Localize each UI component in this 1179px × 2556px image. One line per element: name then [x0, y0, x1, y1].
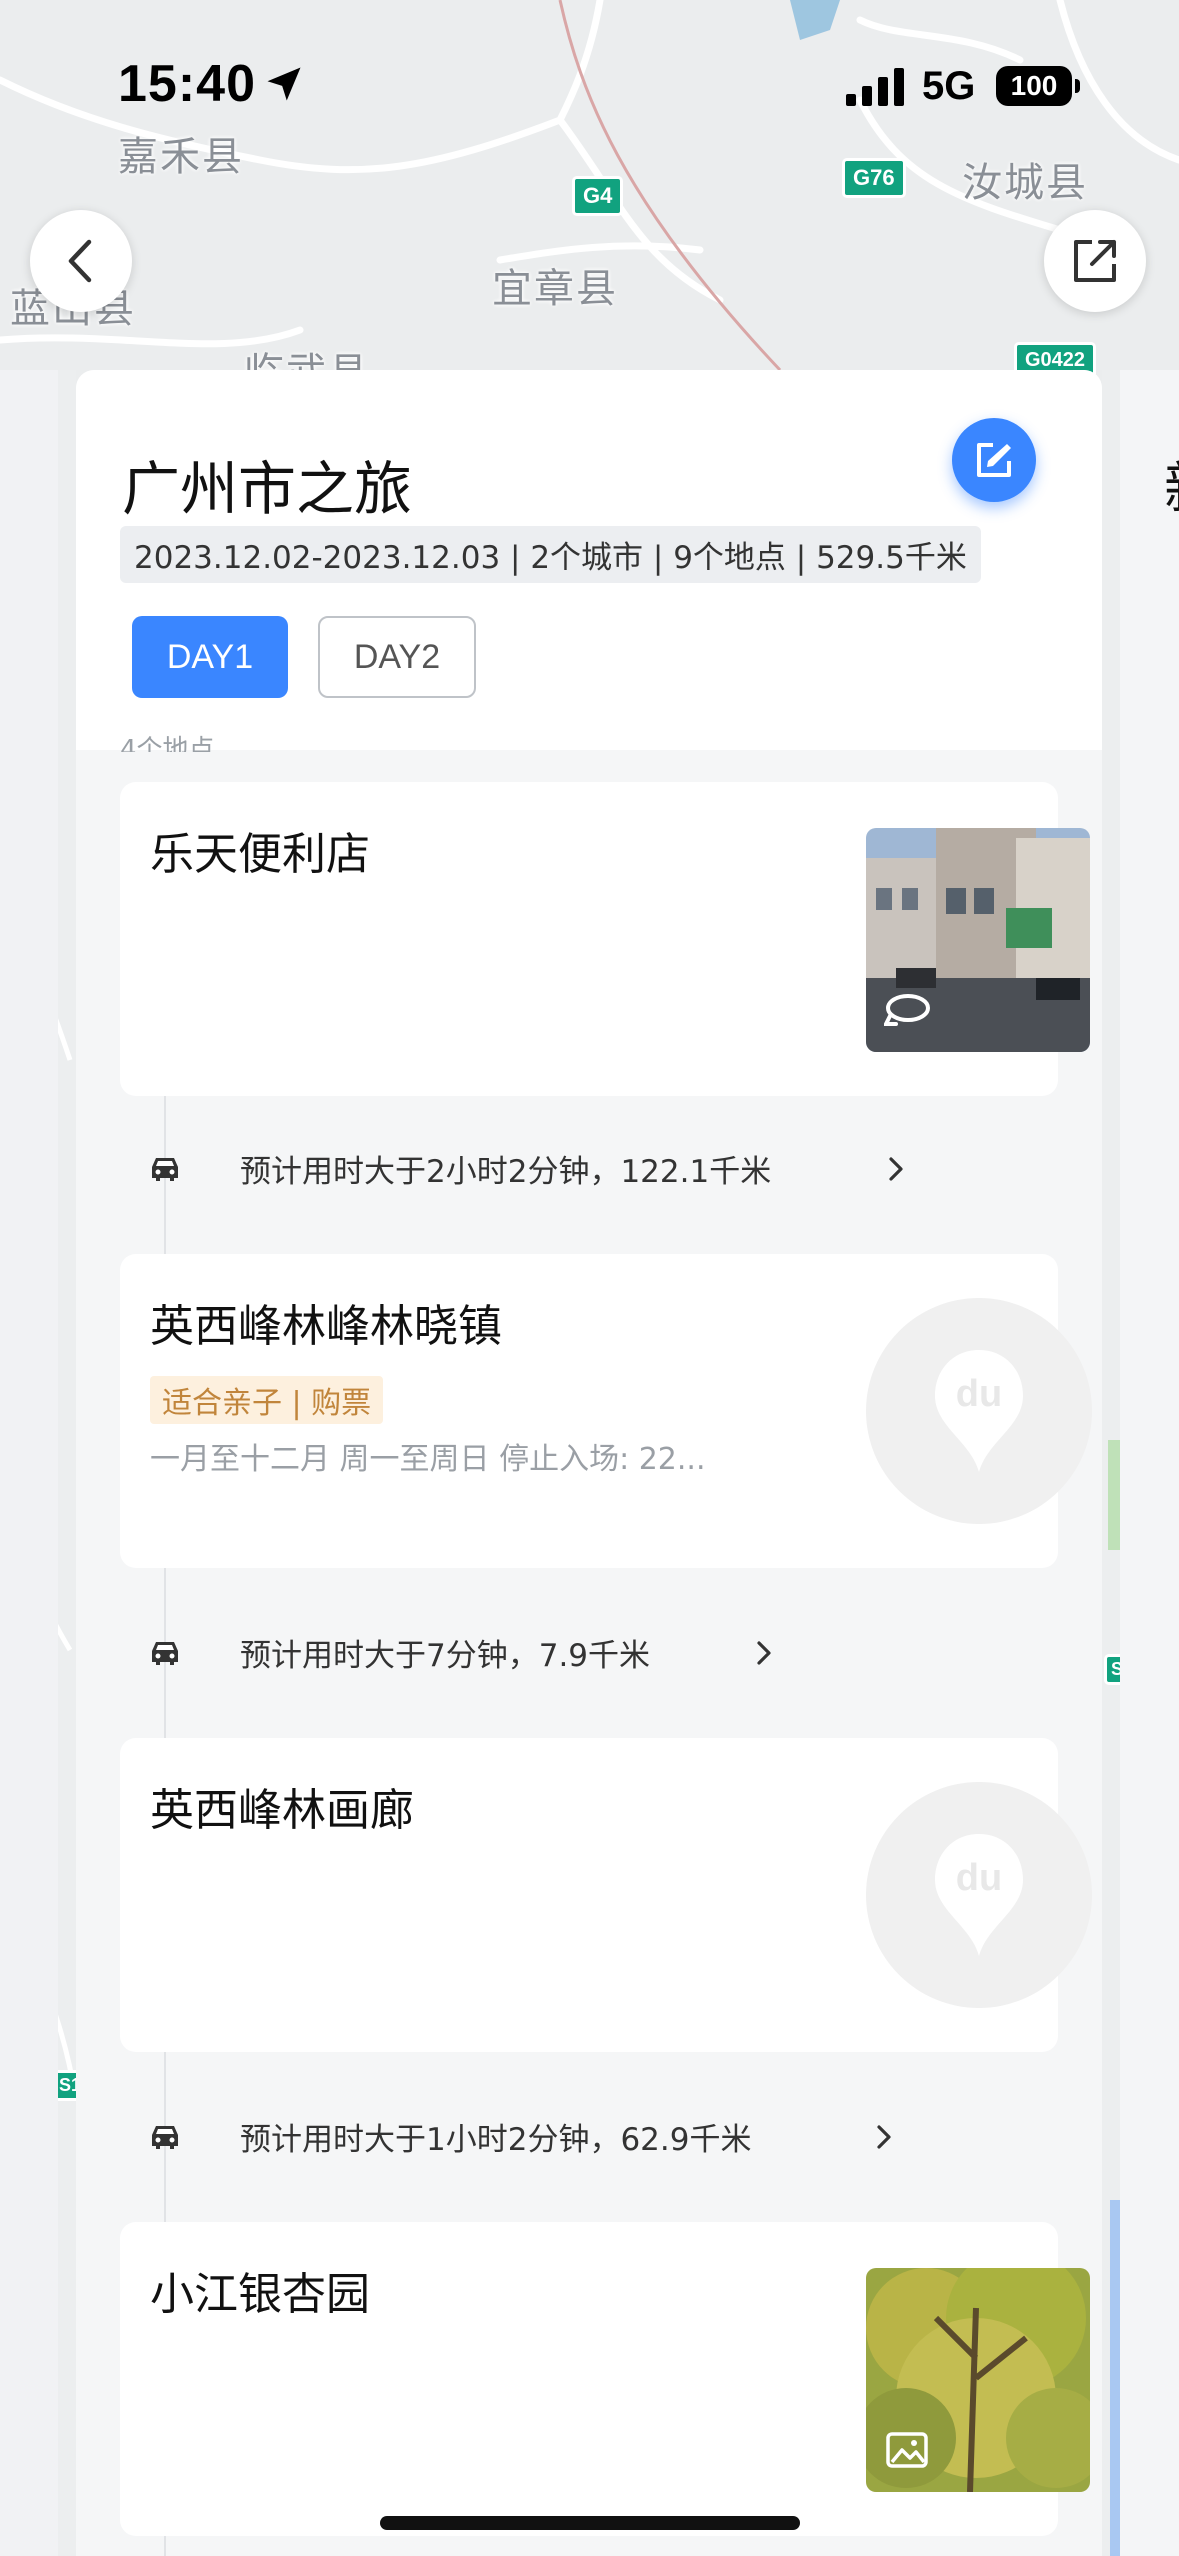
- car-icon: [152, 1642, 178, 1665]
- route-text: 预计用时大于1小时2分钟，62.9千米: [240, 2122, 752, 2158]
- place-card-2[interactable]: 英西峰林峰林晓镇 适合亲子 | 购票 一月至十二月 周一至周日 停止入场: 22…: [120, 1254, 1092, 1568]
- svg-text:du: du: [956, 1373, 1002, 1415]
- place-count: 4个地点: [120, 735, 215, 752]
- trip-card: 广州市之旅 2023.12.02-2023.12.03 | 2个城市 | 9个地…: [76, 370, 1102, 2556]
- route-segment-2[interactable]: 预计用时大于7分钟，7.9千米: [120, 1606, 1058, 1696]
- place-name: 英西峰林画廊: [150, 1785, 414, 1836]
- share-button[interactable]: [1044, 210, 1146, 312]
- map-label-rucheng: 汝城县: [962, 160, 1088, 206]
- place-name: 小江银杏园: [150, 2269, 370, 2320]
- image-icon: [886, 2432, 928, 2468]
- place-card-3[interactable]: 英西峰林画廊 du: [120, 1738, 1092, 2052]
- route-segment-1[interactable]: 预计用时大于2小时2分钟，122.1千米: [120, 1122, 1058, 1212]
- next-trip-title-peek: 新: [1164, 444, 1179, 525]
- trip-summary: 2023.12.02-2023.12.03 | 2个城市 | 9个地点 | 52…: [120, 526, 981, 583]
- back-button[interactable]: [30, 210, 132, 312]
- trip-title: 广州市之旅: [122, 455, 413, 523]
- place-photo[interactable]: [866, 2268, 1090, 2492]
- map-label-yizhang: 宜章县: [492, 266, 618, 312]
- home-indicator[interactable]: [380, 2516, 800, 2530]
- chevron-left-icon: [68, 239, 92, 283]
- external-share-icon: [1074, 240, 1116, 282]
- place-name: 英西峰林峰林晓镇: [150, 1301, 502, 1352]
- 360-rotate-icon: [884, 994, 930, 1026]
- network-type: 5G: [922, 64, 976, 108]
- place-photo-placeholder[interactable]: du: [866, 1298, 1092, 1524]
- highway-badge-g4: G4: [572, 176, 624, 216]
- tab-day2[interactable]: DAY2: [318, 616, 476, 698]
- place-hours: 一月至十二月 周一至周日 停止入场: 22...: [150, 1442, 706, 1477]
- car-icon: [152, 2126, 178, 2149]
- place-tags: 适合亲子 | 购票: [150, 1376, 384, 1424]
- edit-trip-button[interactable]: [952, 418, 1036, 502]
- chevron-right-icon: [877, 2125, 891, 2149]
- route-segment-3[interactable]: 预计用时大于1小时2分钟，62.9千米: [120, 2090, 1058, 2180]
- cellular-signal-icon: [846, 68, 904, 106]
- location-arrow-icon: [267, 67, 301, 101]
- tab-day1[interactable]: DAY1: [132, 616, 288, 698]
- status-time: 15:40: [118, 55, 256, 113]
- highway-badge-g76: G76: [842, 158, 906, 198]
- chevron-right-icon: [889, 1157, 903, 1181]
- map-label-jiahe: 嘉禾县: [118, 134, 244, 180]
- place-card-4[interactable]: 小江银杏园: [120, 2222, 1090, 2536]
- du-pin-icon: du: [935, 1834, 1023, 1956]
- car-icon: [152, 1158, 178, 1181]
- next-trip-card-peek[interactable]: 新: [1120, 370, 1179, 2556]
- svg-text:du: du: [956, 1857, 1002, 1899]
- route-text: 预计用时大于7分钟，7.9千米: [240, 1638, 651, 1674]
- place-photo[interactable]: [866, 828, 1090, 1052]
- du-pin-icon: du: [935, 1350, 1023, 1472]
- place-card-1[interactable]: 乐天便利店: [120, 782, 1090, 1096]
- chevron-right-icon: [757, 1641, 771, 1665]
- route-text: 预计用时大于2小时2分钟，122.1千米: [240, 1154, 772, 1190]
- place-photo-placeholder[interactable]: du: [866, 1782, 1092, 2008]
- edit-icon: [977, 443, 1011, 477]
- battery-indicator: 100: [996, 66, 1080, 106]
- prev-trip-card-peek[interactable]: [0, 370, 58, 2556]
- trip-header: 广州市之旅 2023.12.02-2023.12.03 | 2个城市 | 9个地…: [76, 370, 1102, 750]
- place-name: 乐天便利店: [150, 829, 370, 880]
